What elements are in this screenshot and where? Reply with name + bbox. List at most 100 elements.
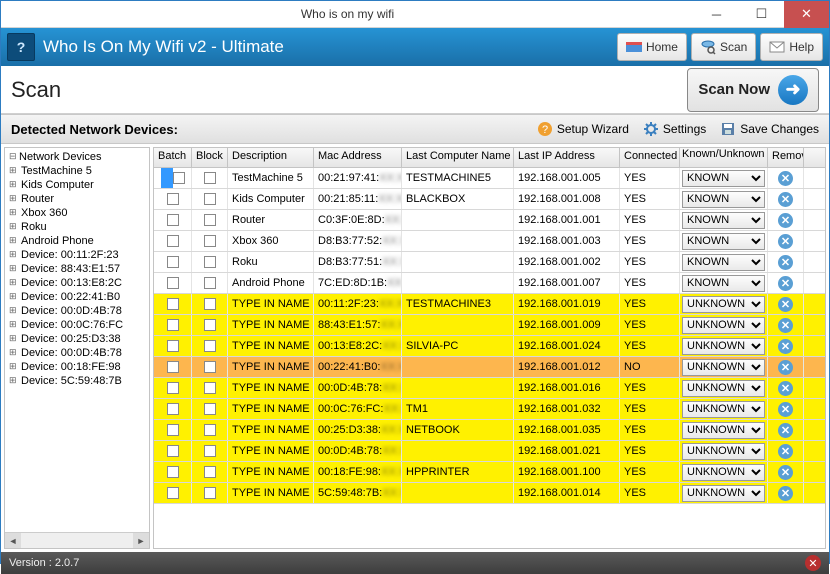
footer-close-button[interactable]: ✕: [805, 555, 821, 571]
tree-item[interactable]: Kids Computer: [9, 178, 147, 192]
known-select[interactable]: KNOWNUNKNOWN: [682, 275, 765, 292]
col-description[interactable]: Description: [228, 148, 314, 167]
save-changes-button[interactable]: Save Changes: [720, 121, 819, 137]
block-checkbox[interactable]: [204, 256, 216, 268]
known-select[interactable]: KNOWNUNKNOWN: [682, 296, 765, 313]
block-checkbox[interactable]: [204, 214, 216, 226]
block-checkbox[interactable]: [204, 340, 216, 352]
nav-home-button[interactable]: Home: [617, 33, 687, 61]
tree-item[interactable]: Device: 00:0D:4B:78: [9, 304, 147, 318]
scroll-left-icon[interactable]: ◄: [5, 533, 21, 549]
col-ip[interactable]: Last IP Address: [514, 148, 620, 167]
cell-description[interactable]: Xbox 360: [228, 231, 314, 251]
settings-button[interactable]: Settings: [643, 121, 706, 137]
block-checkbox[interactable]: [204, 424, 216, 436]
table-row[interactable]: TestMachine 500:21:97:41:XX:XXTESTMACHIN…: [154, 168, 825, 189]
known-select[interactable]: KNOWNUNKNOWN: [682, 380, 765, 397]
tree-item[interactable]: Roku: [9, 220, 147, 234]
remove-icon[interactable]: ✕: [778, 192, 793, 207]
known-select[interactable]: KNOWNUNKNOWN: [682, 317, 765, 334]
table-row[interactable]: TYPE IN NAME00:22:41:B0:XX:XX192.168.001…: [154, 357, 825, 378]
tree-item[interactable]: Device: 88:43:E1:57: [9, 262, 147, 276]
block-checkbox[interactable]: [204, 235, 216, 247]
batch-checkbox[interactable]: [167, 319, 179, 331]
tree-item[interactable]: Device: 00:25:D3:38: [9, 332, 147, 346]
block-checkbox[interactable]: [204, 445, 216, 457]
table-row[interactable]: TYPE IN NAME00:0D:4B:78:XX:XX192.168.001…: [154, 378, 825, 399]
table-row[interactable]: RouterC0:3F:0E:8D:XX:XX192.168.001.001YE…: [154, 210, 825, 231]
col-block[interactable]: Block: [192, 148, 228, 167]
table-row[interactable]: TYPE IN NAME00:18:FE:98:XX:XXHPPRINTER19…: [154, 462, 825, 483]
batch-checkbox[interactable]: [167, 214, 179, 226]
batch-checkbox[interactable]: [167, 445, 179, 457]
remove-icon[interactable]: ✕: [778, 171, 793, 186]
tree-item[interactable]: TestMachine 5: [9, 164, 147, 178]
col-last-name[interactable]: Last Computer Name: [402, 148, 514, 167]
cell-description[interactable]: TYPE IN NAME: [228, 336, 314, 356]
batch-checkbox[interactable]: [167, 193, 179, 205]
known-select[interactable]: KNOWNUNKNOWN: [682, 401, 765, 418]
cell-description[interactable]: TYPE IN NAME: [228, 483, 314, 503]
remove-icon[interactable]: ✕: [778, 465, 793, 480]
batch-checkbox[interactable]: [167, 487, 179, 499]
table-row[interactable]: Kids Computer00:21:85:11:XX:XXBLACKBOX19…: [154, 189, 825, 210]
tree-item[interactable]: Device: 00:13:E8:2C: [9, 276, 147, 290]
block-checkbox[interactable]: [204, 193, 216, 205]
cell-description[interactable]: TestMachine 5: [228, 168, 314, 188]
block-checkbox[interactable]: [204, 361, 216, 373]
batch-checkbox[interactable]: [167, 403, 179, 415]
known-select[interactable]: KNOWNUNKNOWN: [682, 191, 765, 208]
batch-checkbox[interactable]: [167, 298, 179, 310]
table-row[interactable]: TYPE IN NAME00:0C:76:FC:XX:XXTM1192.168.…: [154, 399, 825, 420]
table-row[interactable]: TYPE IN NAME00:0D:4B:78:XX:XX192.168.001…: [154, 441, 825, 462]
table-row[interactable]: TYPE IN NAME00:25:D3:38:XX:XXNETBOOK192.…: [154, 420, 825, 441]
batch-checkbox[interactable]: [173, 172, 185, 184]
nav-help-button[interactable]: Help: [760, 33, 823, 61]
remove-icon[interactable]: ✕: [778, 297, 793, 312]
block-checkbox[interactable]: [204, 298, 216, 310]
table-row[interactable]: RokuD8:B3:77:51:XX:XX192.168.001.002YESK…: [154, 252, 825, 273]
tree-item[interactable]: Router: [9, 192, 147, 206]
batch-checkbox[interactable]: [167, 361, 179, 373]
col-mac[interactable]: Mac Address: [314, 148, 402, 167]
table-row[interactable]: TYPE IN NAME5C:59:48:7B:XX:XX192.168.001…: [154, 483, 825, 504]
device-tree[interactable]: Network Devices TestMachine 5Kids Comput…: [4, 147, 150, 549]
col-batch[interactable]: Batch: [154, 148, 192, 167]
known-select[interactable]: KNOWNUNKNOWN: [682, 338, 765, 355]
cell-description[interactable]: TYPE IN NAME: [228, 378, 314, 398]
tree-item[interactable]: Device: 5C:59:48:7B: [9, 374, 147, 388]
remove-icon[interactable]: ✕: [778, 339, 793, 354]
nav-scan-button[interactable]: Scan: [691, 33, 756, 61]
table-row[interactable]: TYPE IN NAME88:43:E1:57:XX:XX192.168.001…: [154, 315, 825, 336]
known-select[interactable]: KNOWNUNKNOWN: [682, 170, 765, 187]
known-select[interactable]: KNOWNUNKNOWN: [682, 422, 765, 439]
cell-description[interactable]: Roku: [228, 252, 314, 272]
cell-description[interactable]: TYPE IN NAME: [228, 420, 314, 440]
cell-description[interactable]: Kids Computer: [228, 189, 314, 209]
remove-icon[interactable]: ✕: [778, 318, 793, 333]
tree-item[interactable]: Android Phone: [9, 234, 147, 248]
block-checkbox[interactable]: [204, 466, 216, 478]
known-select[interactable]: KNOWNUNKNOWN: [682, 359, 765, 376]
table-row[interactable]: TYPE IN NAME00:13:E8:2C:XX:XXSILVIA-PC19…: [154, 336, 825, 357]
maximize-button[interactable]: ☐: [739, 1, 784, 28]
cell-description[interactable]: TYPE IN NAME: [228, 441, 314, 461]
cell-description[interactable]: Router: [228, 210, 314, 230]
remove-icon[interactable]: ✕: [778, 276, 793, 291]
tree-item[interactable]: Xbox 360: [9, 206, 147, 220]
table-row[interactable]: TYPE IN NAME00:11:2F:23:XX:XXTESTMACHINE…: [154, 294, 825, 315]
known-select[interactable]: KNOWNUNKNOWN: [682, 443, 765, 460]
cell-description[interactable]: TYPE IN NAME: [228, 294, 314, 314]
block-checkbox[interactable]: [204, 487, 216, 499]
cell-description[interactable]: TYPE IN NAME: [228, 462, 314, 482]
scan-now-button[interactable]: Scan Now ➜: [687, 68, 819, 112]
remove-icon[interactable]: ✕: [778, 213, 793, 228]
tree-item[interactable]: Device: 00:0D:4B:78: [9, 346, 147, 360]
cell-description[interactable]: TYPE IN NAME: [228, 315, 314, 335]
block-checkbox[interactable]: [204, 319, 216, 331]
remove-icon[interactable]: ✕: [778, 255, 793, 270]
known-select[interactable]: KNOWNUNKNOWN: [682, 233, 765, 250]
table-row[interactable]: Android Phone7C:ED:8D:1B:XX:XX192.168.00…: [154, 273, 825, 294]
remove-icon[interactable]: ✕: [778, 402, 793, 417]
known-select[interactable]: KNOWNUNKNOWN: [682, 254, 765, 271]
